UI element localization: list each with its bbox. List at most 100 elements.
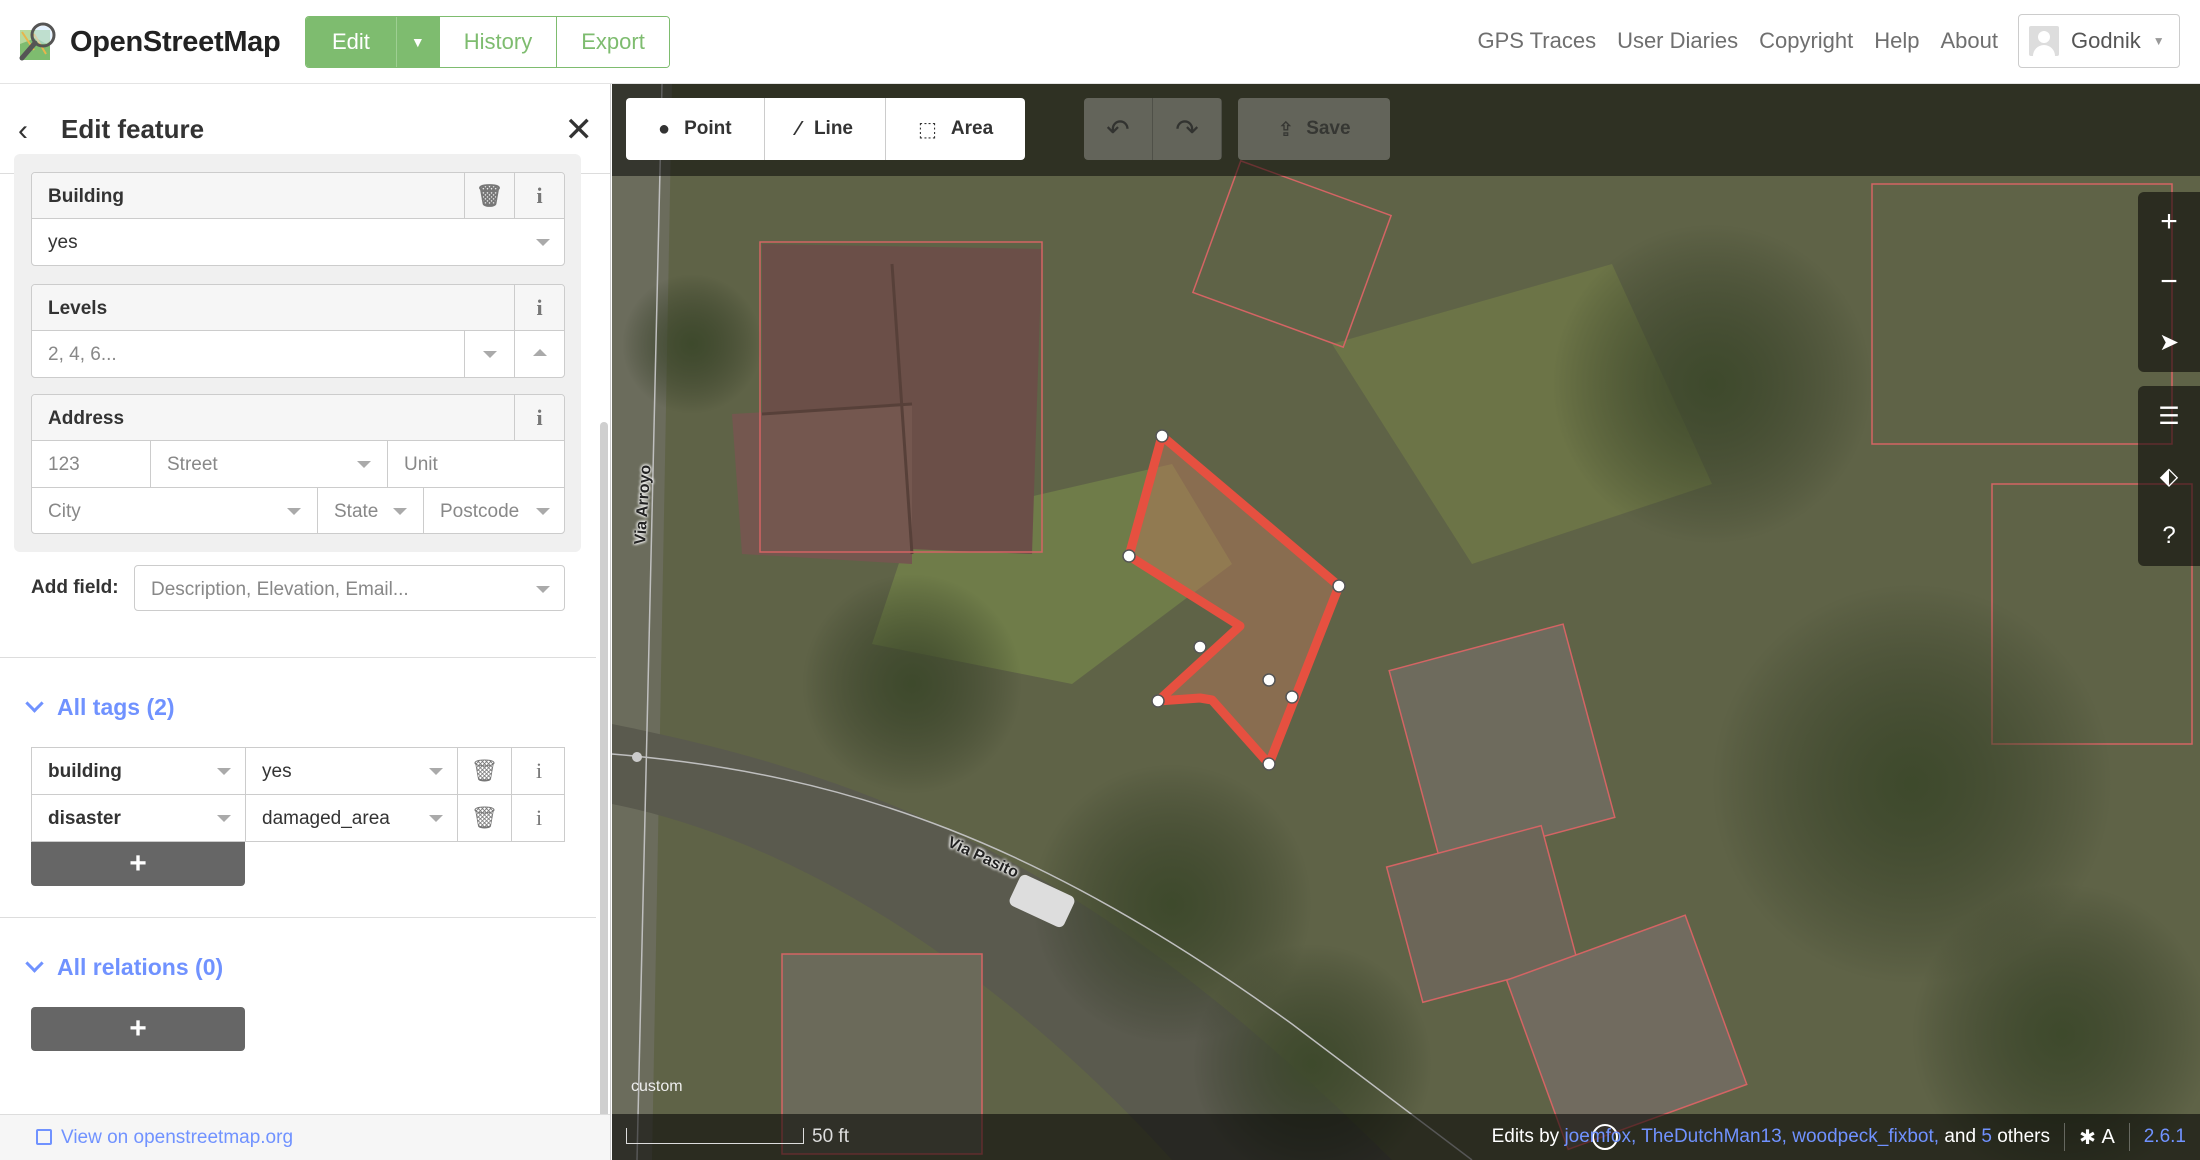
- all-relations-title: All relations (0): [57, 954, 224, 980]
- street-input[interactable]: Street: [151, 441, 388, 487]
- accessibility-controls[interactable]: ✱ A: [2064, 1123, 2130, 1151]
- dropdown-caret-icon: [536, 508, 550, 515]
- building-combo[interactable]: yes: [32, 219, 564, 265]
- location-arrow-icon: ➤: [2158, 328, 2180, 356]
- dropdown-caret-icon: [393, 508, 407, 515]
- trash-icon[interactable]: 🗑︎: [458, 748, 512, 794]
- user-menu-button[interactable]: Godnik ▼: [2018, 14, 2180, 68]
- nav-link-user-diaries[interactable]: User Diaries: [1617, 28, 1738, 54]
- undo-button[interactable]: ↶: [1084, 98, 1153, 160]
- export-button[interactable]: Export: [557, 17, 669, 67]
- all-relations-toggle[interactable]: All relations (0): [25, 954, 224, 981]
- info-icon[interactable]: i: [514, 173, 564, 219]
- edit-button[interactable]: Edit: [306, 17, 397, 67]
- postcode-input[interactable]: Postcode: [424, 488, 564, 533]
- upload-icon: ⇪: [1277, 118, 1295, 141]
- trash-icon[interactable]: 🗑︎: [458, 795, 512, 841]
- close-icon[interactable]: ✕: [565, 110, 594, 150]
- layers-icon: ☰: [2158, 402, 2180, 430]
- chevron-down-icon: [25, 694, 44, 713]
- all-tags-title: All tags (2): [57, 694, 175, 720]
- map-data-icon: ⬖: [2159, 462, 2179, 490]
- postcode-placeholder: Postcode: [440, 501, 520, 522]
- background-panel-button[interactable]: ☰: [2138, 386, 2200, 446]
- redo-button[interactable]: ↷: [1153, 98, 1222, 160]
- add-point-button[interactable]: ● Point: [626, 98, 765, 160]
- nav-link-about[interactable]: About: [1941, 28, 1999, 54]
- attribution-user-link[interactable]: TheDutchMan13,: [1641, 1126, 1787, 1147]
- tag-value-input[interactable]: yes: [246, 748, 458, 794]
- tag-value-text: yes: [262, 761, 292, 782]
- history-button[interactable]: History: [439, 17, 558, 67]
- inspector-body: Building 🗑︎ i yes Levels i 2, 4, 6... Ad…: [0, 154, 610, 1114]
- housenumber-input[interactable]: 123: [32, 441, 151, 487]
- add-field-combo[interactable]: Description, Elevation, Email...: [134, 565, 565, 611]
- building-value: yes: [48, 232, 78, 253]
- add-line-button[interactable]: ⁄ Line: [765, 98, 886, 160]
- caret-down-icon: ▼: [2152, 34, 2165, 48]
- add-tag-button[interactable]: +: [31, 842, 245, 886]
- tag-key-text: building: [48, 761, 122, 782]
- building-field: Building 🗑︎ i yes: [31, 172, 565, 266]
- tag-value-input[interactable]: damaged_area: [246, 795, 458, 841]
- info-icon[interactable]: i: [514, 285, 564, 331]
- external-link-icon: [36, 1129, 52, 1145]
- help-panel-button[interactable]: ?: [2138, 506, 2200, 566]
- state-placeholder: State: [334, 501, 379, 522]
- imagery-label: custom: [631, 1078, 683, 1095]
- add-relation-button[interactable]: +: [31, 1007, 245, 1051]
- levels-decrement-button[interactable]: [464, 331, 514, 377]
- edit-dropdown-button[interactable]: ▼: [396, 17, 440, 67]
- info-icon[interactable]: i: [512, 748, 566, 794]
- nav-link-copyright[interactable]: Copyright: [1759, 28, 1853, 54]
- line-icon: ⁄: [796, 117, 800, 140]
- version-label[interactable]: 2.6.1: [2144, 1126, 2186, 1148]
- osm-logo[interactable]: OpenStreetMap: [16, 18, 281, 66]
- attribution-user-link[interactable]: joemfox,: [1564, 1126, 1636, 1147]
- address-row-2: City State Postcode: [32, 487, 564, 533]
- attribution-others-count[interactable]: 5: [1981, 1126, 1992, 1147]
- dropdown-caret-icon: [429, 768, 443, 775]
- bug-icon: ✱: [2079, 1126, 2096, 1149]
- all-tags-toggle[interactable]: All tags (2): [25, 694, 175, 721]
- levels-increment-button[interactable]: [514, 331, 564, 377]
- scale-bar[interactable]: [626, 1128, 804, 1144]
- inspector-sidebar: ‹ Edit feature ✕ Building 🗑︎ i yes Level…: [0, 84, 611, 1160]
- edit-button-group: Edit ▼ History Export: [305, 16, 670, 68]
- map-data-panel-button[interactable]: ⬖: [2138, 446, 2200, 506]
- building-label-text: Building: [48, 186, 124, 207]
- tag-key-input[interactable]: disaster: [32, 795, 246, 841]
- state-input[interactable]: State: [318, 488, 424, 533]
- tag-key-input[interactable]: building: [32, 748, 246, 794]
- nav-link-gps-traces[interactable]: GPS Traces: [1477, 28, 1596, 54]
- osm-logo-icon: [19, 22, 56, 61]
- save-button[interactable]: ⇪ Save: [1238, 98, 1390, 160]
- unit-input[interactable]: Unit: [388, 441, 564, 487]
- info-icon[interactable]: i: [514, 395, 564, 441]
- levels-input[interactable]: 2, 4, 6...: [32, 331, 564, 377]
- brand-name: OpenStreetMap: [70, 25, 281, 58]
- geolocate-button[interactable]: ➤: [2138, 312, 2200, 372]
- section-divider: [0, 917, 596, 918]
- map-canvas[interactable]: Via Arroyo Via Pasito ● Point ⁄ Line ⬚ A…: [612, 84, 2200, 1160]
- sidebar-scrollbar[interactable]: [600, 422, 608, 1160]
- info-icon[interactable]: i: [512, 795, 566, 841]
- undo-icon: ↶: [1106, 113, 1130, 145]
- nav-link-help[interactable]: Help: [1874, 28, 1919, 54]
- dropdown-caret-icon: [357, 461, 371, 468]
- dropdown-caret-icon: [536, 586, 550, 593]
- city-input[interactable]: City: [32, 488, 318, 533]
- minus-icon: −: [2160, 265, 2178, 298]
- scale-label: 50 ft: [812, 1126, 849, 1147]
- add-area-button[interactable]: ⬚ Area: [886, 98, 1025, 160]
- line-label: Line: [813, 118, 853, 139]
- back-chevron-icon[interactable]: ‹: [18, 114, 28, 148]
- zoom-out-button[interactable]: −: [2138, 252, 2200, 312]
- dropdown-caret-icon: [536, 239, 550, 246]
- trash-icon[interactable]: 🗑︎: [464, 173, 514, 219]
- zoom-in-button[interactable]: +: [2138, 192, 2200, 252]
- add-field-placeholder: Description, Elevation, Email...: [151, 579, 409, 600]
- address-field-label: Address i: [32, 395, 564, 441]
- attribution-user-link[interactable]: woodpeck_fixbot,: [1792, 1126, 1939, 1147]
- view-on-osm-link[interactable]: View on openstreetmap.org: [61, 1127, 293, 1149]
